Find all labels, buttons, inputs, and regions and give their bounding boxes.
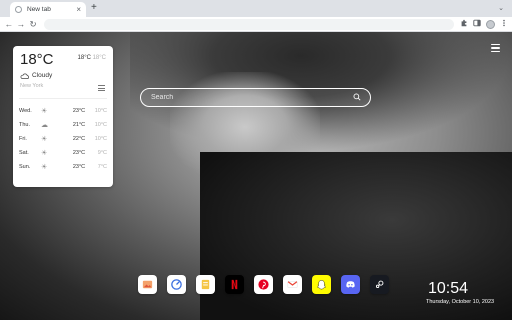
performance-app[interactable] <box>167 275 186 294</box>
search-icon[interactable] <box>353 93 361 101</box>
forecast-high: 21°C <box>72 122 86 128</box>
gauge-icon <box>171 279 182 290</box>
gmail-icon <box>287 281 298 288</box>
forecast-row: Wed. ☀ 23°C 10°C <box>19 104 107 118</box>
weather-widget: 18°C 18°C 18°C Cloudy New York Wed. ☀ 23… <box>13 46 113 187</box>
forecast-high: 23°C <box>72 164 86 170</box>
globe-icon <box>15 6 22 13</box>
gmail-app[interactable] <box>283 275 302 294</box>
sun-icon: ☀ <box>41 150 48 157</box>
steam-app[interactable] <box>370 275 389 294</box>
forecast-high: 22°C <box>72 136 86 142</box>
reload-button[interactable]: ↻ <box>28 18 38 31</box>
forecast-high: 23°C <box>72 108 86 114</box>
app-dock <box>138 275 389 294</box>
browser-toolbar: ← → ↻ <box>0 17 512 32</box>
netflix-icon <box>231 279 238 290</box>
photos-app[interactable] <box>138 275 157 294</box>
sun-icon: ☀ <box>41 136 48 143</box>
weather-menu-icon[interactable] <box>98 85 105 91</box>
sun-icon: ☀ <box>41 108 48 115</box>
forecast-low: 7°C <box>97 164 107 170</box>
note-icon <box>201 279 210 290</box>
snapchat-app[interactable] <box>312 275 331 294</box>
search-box <box>140 88 371 107</box>
pinterest-icon <box>258 279 269 290</box>
sun-icon: ☀ <box>41 164 48 171</box>
city-name: New York <box>20 83 44 89</box>
notes-app[interactable] <box>196 275 215 294</box>
sidepanel-icon[interactable] <box>472 18 482 31</box>
forecast-row: Thu. ☁ 21°C 10°C <box>19 118 107 132</box>
profile-avatar[interactable] <box>486 20 495 29</box>
cloud-icon: ☁ <box>41 122 48 129</box>
new-tab-button[interactable]: + <box>91 3 97 13</box>
discord-icon <box>346 281 355 288</box>
address-bar[interactable] <box>44 19 454 30</box>
forecast-low: 10°C <box>94 122 107 128</box>
pinterest-app[interactable] <box>254 275 273 294</box>
tab-new-tab[interactable]: New tab × <box>10 2 86 17</box>
forecast-high: 23°C <box>72 150 86 156</box>
forecast-day: Fri. <box>19 136 27 142</box>
netflix-app[interactable] <box>225 275 244 294</box>
chevron-down-icon[interactable]: ⌄ <box>498 4 504 12</box>
forecast-day: Sun. <box>19 164 31 170</box>
kebab-menu-icon[interactable] <box>499 18 509 31</box>
snapchat-icon <box>316 280 327 290</box>
forecast-row: Fri. ☀ 22°C 10°C <box>19 132 107 146</box>
forecast-day: Wed. <box>19 108 32 114</box>
clock-time: 10:54 <box>428 280 469 297</box>
new-tab-page: 18°C 18°C 18°C Cloudy New York Wed. ☀ 23… <box>0 32 512 320</box>
discord-app[interactable] <box>341 275 360 294</box>
high-temperature: 18°C <box>77 55 91 61</box>
current-temperature: 18°C <box>20 51 54 68</box>
tab-strip: New tab × + ⌄ <box>0 0 512 17</box>
hamburger-menu-icon[interactable] <box>491 44 500 52</box>
extensions-icon[interactable] <box>459 18 469 31</box>
forecast-low: 9°C <box>97 150 107 156</box>
condition-label: Cloudy <box>32 72 53 79</box>
cloud-icon <box>20 73 29 79</box>
forward-button[interactable]: → <box>16 18 26 31</box>
clock-date: Thursday, October 10, 2023 <box>426 299 495 305</box>
divider <box>19 98 107 99</box>
forecast-row: Sat. ☀ 23°C 9°C <box>19 146 107 160</box>
low-temperature: 18°C <box>92 55 106 61</box>
steam-icon <box>375 280 384 289</box>
forecast-day: Thu. <box>19 122 31 128</box>
image-icon <box>142 280 153 289</box>
temperature-range: 18°C 18°C <box>78 55 106 61</box>
back-button[interactable]: ← <box>4 18 14 31</box>
search-input[interactable] <box>151 91 341 104</box>
weather-condition: Cloudy <box>20 72 52 79</box>
close-icon[interactable]: × <box>76 5 81 14</box>
tab-title: New tab <box>27 6 51 13</box>
forecast-day: Sat. <box>19 150 29 156</box>
forecast-low: 10°C <box>94 136 107 142</box>
forecast-low: 10°C <box>94 108 107 114</box>
forecast-list: Wed. ☀ 23°C 10°C Thu. ☁ 21°C 10°C Fri. ☀… <box>19 104 107 174</box>
forecast-row: Sun. ☀ 23°C 7°C <box>19 160 107 174</box>
